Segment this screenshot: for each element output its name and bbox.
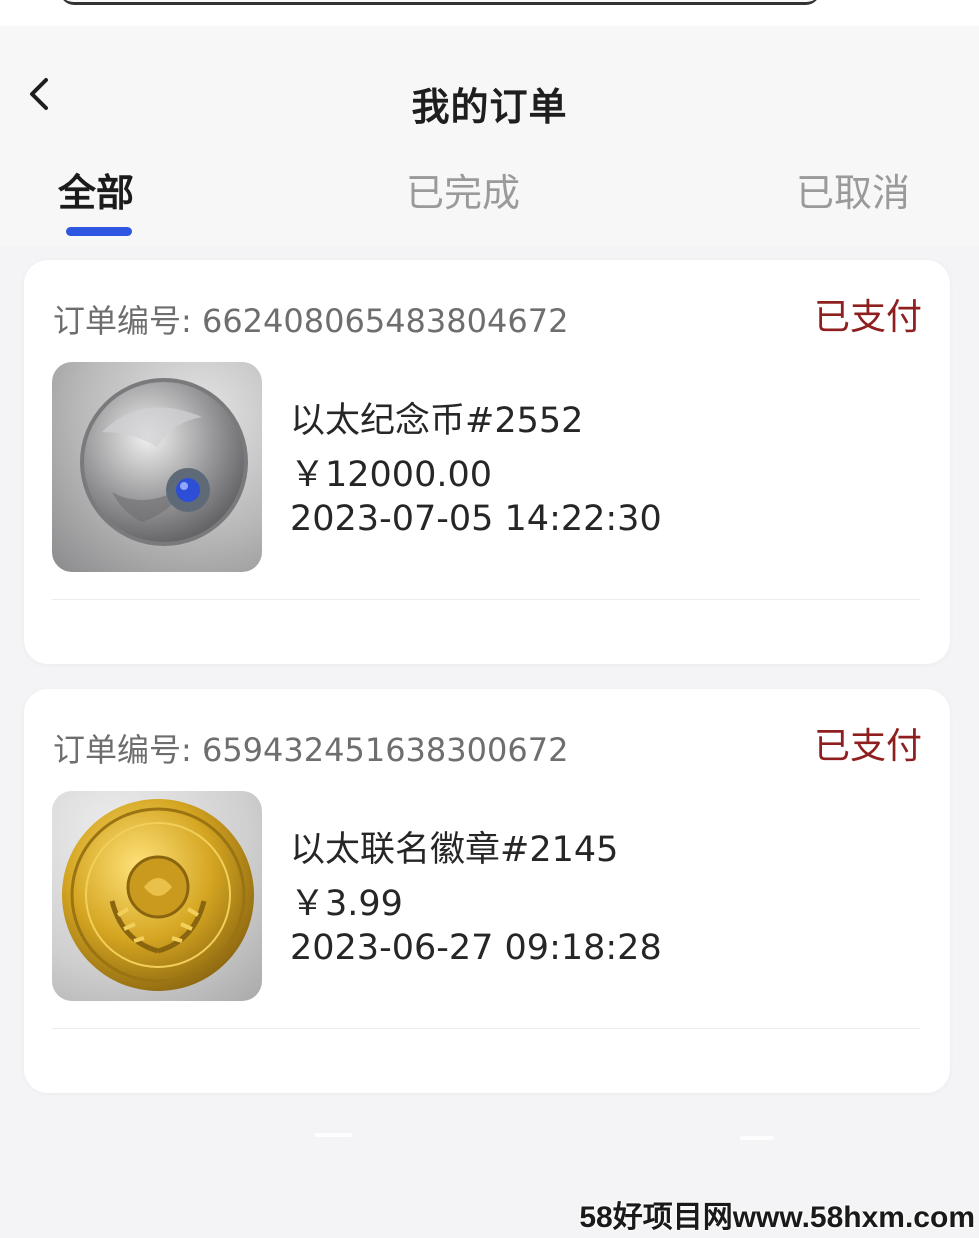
product-name: 以太联名徽章#2145 [290,830,619,870]
tab-cancelled[interactable]: 已取消 [796,162,910,217]
product-price: ￥3.99 [290,884,403,924]
order-card[interactable]: 订单编号: 659432451638300672 已支付 以太联名徽章#2145… [24,689,950,1093]
page-title: 我的订单 [411,85,568,129]
page-header: 我的订单 全部 已完成 已取消 [0,26,979,246]
order-time: 2023-06-27 09:18:28 [290,928,662,968]
order-number: 订单编号: 6624080654838046​72 [53,302,569,340]
product-thumbnail[interactable] [52,791,262,1001]
tab-completed[interactable]: 已完成 [406,162,520,217]
device-frame-edge [60,0,820,5]
order-status: 已支付 [813,297,922,338]
tab-all[interactable]: 全部 [58,162,134,217]
silver-coin-icon [80,378,248,546]
product-name: 以太纪念币#2552 [290,401,584,441]
faint-mark [314,1133,352,1137]
watermark: 58好项目网www.58hxm.com [579,1201,975,1234]
gold-badge-icon [62,799,254,991]
order-card[interactable]: 订单编号: 6624080654838046​72 已支付 以太纪念币#2552… [24,260,950,664]
product-price: ￥12000.00 [290,455,493,495]
faint-mark [740,1136,774,1140]
active-tab-indicator [66,227,132,236]
divider [52,1028,920,1029]
divider [52,599,920,600]
order-time: 2023-07-05 14:22:30 [290,499,662,539]
status-bar-area [0,0,979,26]
product-thumbnail[interactable] [52,362,262,572]
order-status: 已支付 [813,726,922,767]
order-number: 订单编号: 659432451638300672 [53,731,569,769]
